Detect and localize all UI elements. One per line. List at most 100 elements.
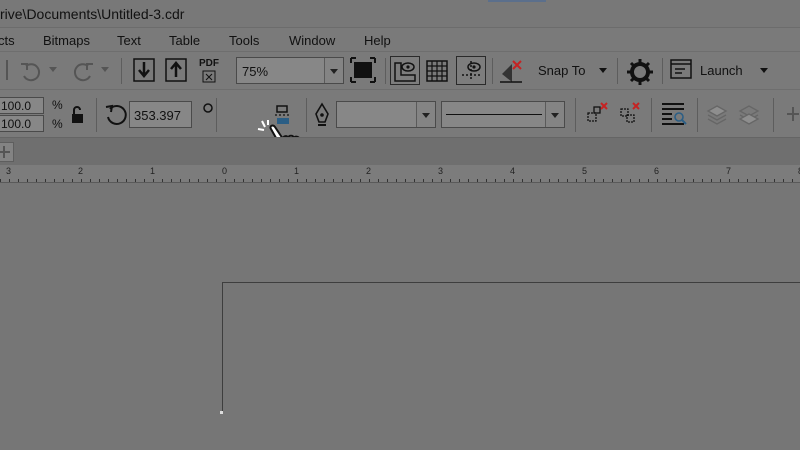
menu-help[interactable]: Help bbox=[364, 33, 391, 48]
ruler-tick bbox=[135, 179, 136, 182]
property-bar: 100.0 100.0 % % 353.397 bbox=[0, 89, 800, 230]
lock-ratio-icon[interactable] bbox=[70, 106, 86, 124]
ruler-tick bbox=[270, 179, 271, 182]
ruler-tick bbox=[459, 179, 460, 182]
import-icon[interactable] bbox=[132, 57, 156, 83]
ruler-tick bbox=[72, 179, 73, 182]
ruler-tick bbox=[522, 179, 523, 182]
undo-icon[interactable] bbox=[18, 58, 44, 84]
show-guidelines-button[interactable] bbox=[456, 56, 486, 85]
publish-pdf-icon[interactable]: PDF bbox=[198, 58, 224, 84]
combine-off-icon[interactable] bbox=[617, 101, 643, 127]
snap-off-icon[interactable] bbox=[498, 58, 524, 84]
outline-width-combo[interactable] bbox=[336, 101, 436, 128]
launch-dropdown-icon[interactable] bbox=[759, 67, 769, 75]
scale-x-field[interactable]: 100.0 bbox=[0, 97, 44, 114]
ruler-tick bbox=[468, 179, 469, 182]
page-border bbox=[222, 282, 800, 412]
ruler-tick bbox=[333, 179, 334, 182]
ruler-tick bbox=[171, 179, 172, 182]
export-icon[interactable] bbox=[164, 57, 188, 83]
degree-symbol-icon bbox=[203, 103, 213, 113]
ruler-tick bbox=[486, 179, 487, 182]
rotation-angle-field[interactable]: 353.397 bbox=[129, 101, 192, 128]
line-style-preview bbox=[446, 114, 542, 115]
menu-text[interactable]: Text bbox=[117, 33, 141, 48]
undo-dropdown-icon[interactable] bbox=[48, 66, 58, 74]
ruler-tick bbox=[567, 179, 568, 182]
line-style-dropdown-icon[interactable] bbox=[545, 102, 564, 127]
pen-outline-icon[interactable] bbox=[313, 102, 331, 128]
ruler-tick bbox=[54, 179, 55, 182]
horizontal-ruler[interactable]: 3 2 1 0 1 2 3 4 5 6 7 8 bbox=[0, 165, 800, 183]
toolbar-separator bbox=[385, 58, 386, 84]
toolbar-separator bbox=[662, 58, 663, 84]
ruler-tick bbox=[117, 179, 118, 182]
ruler-tick bbox=[378, 179, 379, 182]
ruler-tick bbox=[576, 179, 577, 182]
zoom-level-combo[interactable]: 75% bbox=[236, 57, 344, 84]
ruler-tick bbox=[99, 179, 100, 182]
ruler-tick bbox=[243, 179, 244, 182]
ruler-tick bbox=[279, 179, 280, 182]
menu-tools[interactable]: Tools bbox=[229, 33, 259, 48]
redo-dropdown-icon[interactable] bbox=[100, 66, 110, 74]
ruler-tick bbox=[18, 179, 19, 182]
ruler-tick bbox=[513, 179, 514, 182]
menu-objects[interactable]: cts bbox=[0, 33, 15, 48]
ruler-tick bbox=[180, 179, 181, 182]
outline-width-dropdown-icon[interactable] bbox=[416, 102, 435, 127]
toolbar-separator bbox=[492, 58, 493, 84]
ruler-tick bbox=[540, 179, 541, 182]
redo-icon[interactable] bbox=[70, 58, 96, 84]
text-wrap-icon[interactable] bbox=[660, 101, 688, 127]
ruler-tick bbox=[324, 179, 325, 182]
show-grid-icon[interactable] bbox=[425, 59, 449, 83]
full-screen-preview-icon[interactable] bbox=[350, 57, 376, 83]
options-gear-icon[interactable] bbox=[626, 58, 654, 86]
title-bar: rive\Documents\Untitled-3.cdr bbox=[0, 0, 800, 27]
ruler-tick bbox=[720, 179, 721, 182]
ruler-label: 4 bbox=[510, 166, 516, 176]
ruler-tick bbox=[639, 179, 640, 182]
ruler-tick bbox=[234, 179, 235, 182]
ruler-tick bbox=[621, 179, 622, 182]
plus-icon bbox=[0, 146, 10, 158]
new-tab-button[interactable] bbox=[0, 142, 14, 162]
ruler-label: 5 bbox=[582, 166, 588, 176]
show-rulers-button[interactable] bbox=[390, 56, 420, 85]
menu-bitmaps[interactable]: Bitmaps bbox=[43, 33, 90, 48]
snap-to-label[interactable]: Snap To bbox=[538, 63, 585, 78]
scale-y-percent: % bbox=[52, 117, 63, 131]
menu-table[interactable]: Table bbox=[169, 33, 200, 48]
ruler-tick bbox=[432, 179, 433, 182]
snap-to-dropdown-icon[interactable] bbox=[598, 67, 608, 75]
ruler-tick bbox=[153, 179, 154, 182]
launch-label[interactable]: Launch bbox=[700, 63, 743, 78]
menu-window[interactable]: Window bbox=[289, 33, 335, 48]
ruler-tick bbox=[477, 179, 478, 182]
ruler-tick bbox=[594, 179, 595, 182]
ruler-tick bbox=[126, 179, 127, 182]
add-icon[interactable] bbox=[786, 106, 800, 122]
toolbar-edge-icon bbox=[0, 60, 8, 80]
to-back-layer-icon[interactable] bbox=[737, 103, 761, 127]
window-title: rive\Documents\Untitled-3.cdr bbox=[0, 6, 185, 22]
ruler-tick bbox=[792, 179, 793, 182]
line-style-combo[interactable] bbox=[441, 101, 565, 128]
ruler-tick bbox=[9, 179, 10, 182]
toolbar-separator bbox=[96, 98, 97, 132]
ruler-label: 7 bbox=[726, 166, 732, 176]
scale-y-field[interactable]: 100.0 bbox=[0, 115, 44, 132]
ruler-tick bbox=[252, 179, 253, 182]
application-launcher-icon[interactable] bbox=[670, 59, 692, 81]
ruler-tick bbox=[387, 179, 388, 182]
break-apart-icon[interactable] bbox=[585, 101, 611, 127]
drawing-canvas[interactable] bbox=[0, 184, 800, 450]
zoom-dropdown-icon[interactable] bbox=[324, 58, 343, 83]
standard-toolbar: PDF 75% Snap To Launch bbox=[0, 51, 800, 89]
ruler-tick bbox=[702, 179, 703, 182]
ruler-tick bbox=[585, 179, 586, 182]
to-front-layer-icon[interactable] bbox=[705, 103, 729, 127]
ruler-tick bbox=[423, 179, 424, 182]
